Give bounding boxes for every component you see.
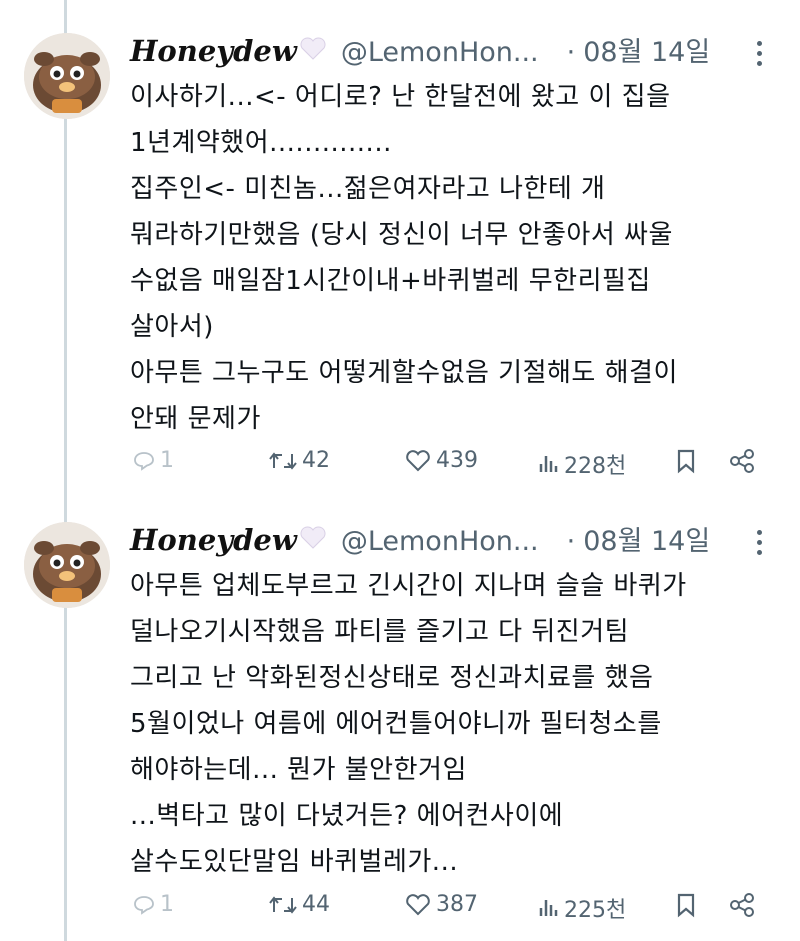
views-button[interactable]: 228천 xyxy=(538,448,626,480)
reply-button[interactable]: 1 xyxy=(132,892,174,917)
retweet-button[interactable]: 44 xyxy=(268,892,330,917)
like-count: 387 xyxy=(436,892,478,917)
like-icon xyxy=(406,449,430,471)
like-count: 439 xyxy=(436,448,478,473)
share-button[interactable] xyxy=(728,448,756,474)
tweet-header: Honeydew @LemonHon... · 08월 14일 xyxy=(130,519,710,558)
reply-count: 1 xyxy=(160,892,174,917)
tweet-text-line: 살아서) xyxy=(130,312,214,342)
white-heart-icon xyxy=(299,37,327,65)
tweet-date[interactable]: 08월 14일 xyxy=(583,519,710,558)
share-button[interactable] xyxy=(728,892,756,918)
white-heart-icon xyxy=(299,526,327,554)
author-handle[interactable]: @LemonHon... xyxy=(341,526,539,557)
tweet-text-line: 아무튼 업체도부르고 긴시간이 지나며 슬슬 바퀴가 xyxy=(130,571,687,601)
bookmark-icon xyxy=(677,893,695,918)
reply-icon xyxy=(134,451,154,471)
like-icon xyxy=(406,893,430,915)
reply-icon xyxy=(134,895,154,915)
tweet-header: Honeydew @LemonHon... · 08월 14일 xyxy=(130,30,710,69)
more-icon[interactable] xyxy=(752,38,766,68)
tweet-actions: 1 42 439 228천 xyxy=(130,448,770,488)
avatar[interactable] xyxy=(24,33,110,119)
author-handle[interactable]: @LemonHon... xyxy=(341,37,539,68)
reply-count: 1 xyxy=(160,448,174,473)
tweet-text: 이사하기...<- 어디로? 난 한달전에 왔고 이 집을 1년계약했어....… xyxy=(130,74,770,442)
more-icon[interactable] xyxy=(752,527,766,557)
retweet-button[interactable]: 42 xyxy=(268,448,330,473)
tweet-text-line: 5월이었나 여름에 에어컨틀어야니까 필터청소를 xyxy=(130,709,662,739)
like-button[interactable]: 387 xyxy=(404,892,478,917)
views-icon xyxy=(539,456,558,472)
tweet-text-line: 수없음 매일잠1시간이내+바퀴벌레 무한리필집 xyxy=(130,266,651,296)
author-name[interactable]: Honeydew xyxy=(130,34,297,68)
tweet-text-line: ...벽타고 많이 다녔거든? 에어컨사이에 xyxy=(130,801,564,831)
bookmark-icon xyxy=(677,449,695,474)
thread-connector-line xyxy=(64,0,67,941)
tweet-text-line: 덜나오기시작했음 파티를 즐기고 다 뒤진거팀 xyxy=(130,617,630,647)
retweet-count: 44 xyxy=(302,892,330,917)
tweet-text-line: 그리고 난 악화된정신상태로 정신과치료를 했음 xyxy=(130,663,654,693)
retweet-count: 42 xyxy=(302,448,330,473)
tweet-actions: 1 44 387 225천 xyxy=(130,892,770,932)
tweet-text-line: 살수도있단말임 바퀴벌레가... xyxy=(130,847,459,877)
bookmark-button[interactable] xyxy=(675,892,697,918)
separator-dot: · xyxy=(566,526,576,557)
tweet-text-line: 이사하기...<- 어디로? 난 한달전에 왔고 이 집을 xyxy=(130,82,671,112)
author-name[interactable]: Honeydew xyxy=(130,523,297,557)
separator-dot: · xyxy=(566,37,576,68)
tweet-text-line: 1년계약했어.............. xyxy=(130,128,392,158)
tweet-text: 아무튼 업체도부르고 긴시간이 지나며 슬슬 바퀴가 덜나오기시작했음 파티를 … xyxy=(130,563,770,885)
avatar[interactable] xyxy=(24,522,110,608)
share-icon xyxy=(730,893,754,917)
tweet-text-line: 해야하는데... 뭔가 불안한거임 xyxy=(130,755,467,785)
tweet-date[interactable]: 08월 14일 xyxy=(583,30,710,69)
bookmark-button[interactable] xyxy=(675,448,697,474)
retweet-icon xyxy=(269,451,297,470)
reply-button[interactable]: 1 xyxy=(132,448,174,473)
tweet-text-line: 안돼 문제가 xyxy=(130,404,261,434)
views-icon xyxy=(539,900,558,916)
retweet-icon xyxy=(269,895,297,914)
views-count: 228천 xyxy=(564,454,627,479)
tweet-text-line: 뭐라하기만했음 (당시 정신이 너무 안좋아서 싸울 xyxy=(130,220,673,250)
views-count: 225천 xyxy=(564,898,627,923)
share-icon xyxy=(730,449,754,473)
views-button[interactable]: 225천 xyxy=(538,892,626,924)
tweet-text-line: 아무튼 그누구도 어떻게할수없음 기절해도 해결이 xyxy=(130,358,678,388)
tweet-text-line: 집주인<- 미친놈...젊은여자라고 나한테 개 xyxy=(130,174,606,204)
like-button[interactable]: 439 xyxy=(404,448,478,473)
